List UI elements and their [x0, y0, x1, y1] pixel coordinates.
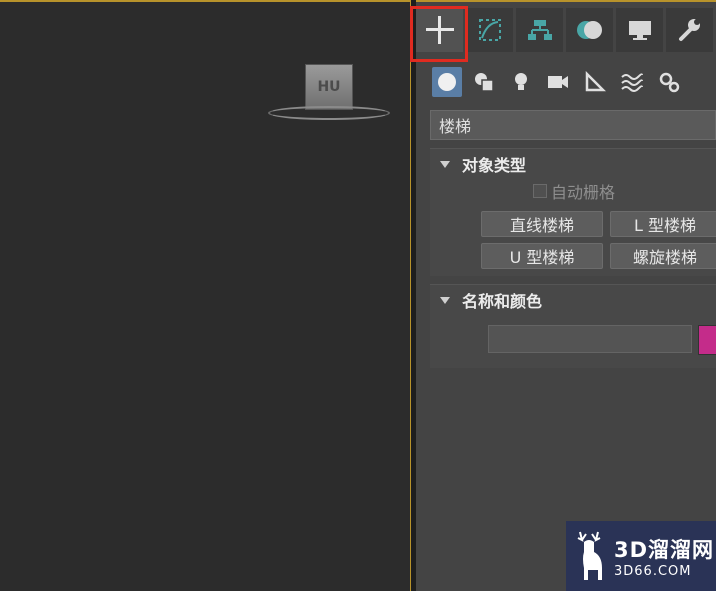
subcategory-shapes[interactable] [469, 67, 499, 97]
subcategory-geometry[interactable] [432, 67, 462, 97]
viewcube[interactable]: HU [305, 64, 353, 110]
tab-highlight-box [410, 6, 468, 62]
object-name-input[interactable] [488, 325, 692, 353]
create-subcategories [416, 62, 716, 102]
shapes-icon [475, 73, 494, 92]
u-type-stair-button[interactable]: U 型楼梯 [481, 243, 603, 269]
viewcube-label: HU [317, 79, 341, 95]
subcategory-cameras[interactable] [543, 67, 573, 97]
hierarchy-icon [527, 20, 552, 40]
watermark-text: 3D溜溜网 3D66.COM [614, 534, 714, 579]
sphere-icon [438, 73, 456, 91]
l-type-stair-label: L 型楼梯 [633, 216, 696, 235]
command-panel-tabs [410, 6, 716, 62]
watermark-domain: 3D66.COM [614, 563, 692, 579]
tab-motion[interactable] [566, 8, 613, 52]
viewcube-compass-ring[interactable] [268, 106, 390, 120]
viewport[interactable]: HU [0, 0, 416, 591]
subcategory-systems[interactable] [654, 67, 684, 97]
straight-stair-label: 直线楼梯 [509, 216, 574, 235]
rollout-object-type: 对象类型 自动栅格 直线楼梯 L 型楼梯 U 型楼梯 螺旋楼梯 [430, 148, 716, 276]
tab-modify[interactable] [466, 8, 513, 52]
object-category-dropdown[interactable]: 楼梯 [430, 110, 716, 140]
rollout-object-type-header[interactable]: 对象类型 [430, 149, 716, 179]
light-bulb-icon [515, 73, 527, 90]
object-color-swatch[interactable] [698, 325, 716, 355]
waves-icon [621, 73, 643, 92]
rollout-name-and-color-header[interactable]: 名称和颜色 [430, 285, 716, 315]
monitor-icon [628, 21, 651, 40]
set-square-icon [585, 71, 606, 92]
l-type-stair-button[interactable]: L 型楼梯 [610, 211, 716, 237]
collapse-triangle-icon [440, 296, 450, 304]
modify-curve-icon [478, 19, 501, 41]
straight-stair-button[interactable]: 直线楼梯 [481, 211, 603, 237]
watermark-title: 3D溜溜网 [614, 537, 715, 562]
u-type-stair-label: U 型楼梯 [509, 248, 575, 267]
object-category-value: 楼梯 [439, 117, 472, 136]
tab-utilities[interactable] [666, 8, 713, 52]
watermark-logo: 3D溜溜网 3D66.COM [566, 521, 716, 591]
spiral-stair-button[interactable]: 螺旋楼梯 [610, 243, 716, 269]
autogrid-label: 自动栅格 [551, 183, 616, 202]
command-panel: 楼梯 对象类型 自动栅格 直线楼梯 L 型楼梯 U 型楼梯 螺旋楼梯 名称和颜色 [410, 0, 716, 591]
collapse-triangle-icon [440, 160, 450, 168]
deer-logo-icon [577, 531, 602, 580]
camera-icon [548, 76, 568, 88]
gears-icon [659, 72, 680, 93]
spiral-stair-label: 螺旋楼梯 [632, 248, 697, 267]
tab-create[interactable] [410, 6, 468, 62]
tab-hierarchy[interactable] [516, 8, 563, 52]
rollout-name-and-color-title: 名称和颜色 [462, 292, 543, 311]
subcategory-space-warps[interactable] [617, 67, 647, 97]
autogrid-checkbox[interactable] [533, 184, 547, 198]
motion-icon [576, 21, 602, 39]
rollout-object-type-title: 对象类型 [462, 156, 527, 175]
tab-display[interactable] [616, 8, 663, 52]
wrench-icon [678, 19, 700, 41]
subcategory-helpers[interactable] [580, 67, 610, 97]
autogrid-row: 自动栅格 [533, 179, 615, 203]
subcategory-lights[interactable] [506, 67, 536, 97]
rollout-name-and-color: 名称和颜色 [430, 284, 716, 368]
